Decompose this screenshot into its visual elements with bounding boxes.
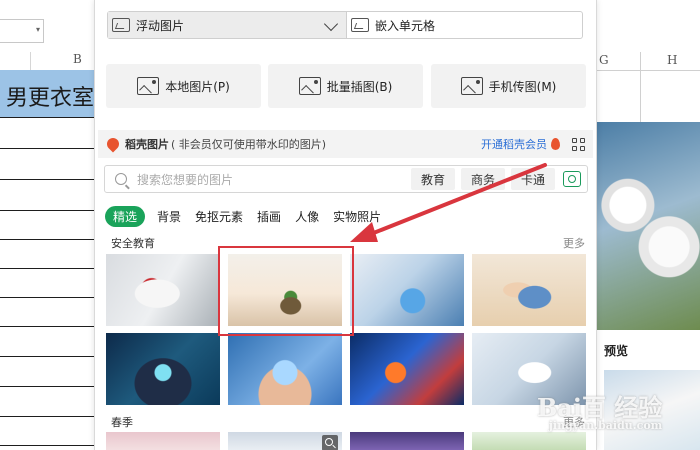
category-background[interactable]: 背景 — [157, 208, 181, 225]
category-portrait[interactable]: 人像 — [295, 208, 319, 225]
image-thumbnail[interactable] — [472, 254, 586, 326]
watermark-text: Bai百 经验 — [537, 393, 663, 422]
image-thumbnail[interactable] — [472, 432, 586, 450]
image-thumbnail[interactable] — [106, 432, 220, 450]
search-tag-business[interactable]: 商务 — [460, 168, 505, 190]
floating-image-icon — [112, 18, 130, 32]
floating-image-option[interactable]: 浮动图片 — [108, 12, 346, 38]
name-box[interactable]: ▾ — [0, 19, 44, 43]
category-tabs: 精选 背景 免抠元素 插画 人像 实物照片 — [105, 206, 395, 227]
row-divider — [0, 356, 94, 357]
more-link[interactable]: 更多 — [563, 235, 585, 251]
watermark-url: jingyan.baidu.com — [548, 419, 663, 432]
embed-in-cell-option[interactable]: 嵌入单元格 — [346, 12, 582, 38]
daoke-images-bar: 稻壳图片 ( 非会员仅可使用带水印的图片) 开通稻壳会员 — [98, 130, 593, 158]
row-divider — [0, 268, 94, 269]
image-thumbnail[interactable] — [350, 432, 464, 450]
phone-upload-button[interactable]: 手机传图(M) — [431, 64, 586, 108]
column-header-b[interactable]: B — [73, 52, 82, 70]
search-tag-education[interactable]: 教育 — [410, 168, 455, 190]
batch-insert-button[interactable]: 批量插图(B) — [268, 64, 423, 108]
category-featured[interactable]: 精选 — [105, 206, 146, 227]
embed-in-cell-label: 嵌入单元格 — [375, 18, 436, 33]
row-divider — [0, 148, 94, 149]
highlight-box — [218, 246, 354, 336]
preview-image — [597, 122, 700, 330]
row-divider — [0, 297, 94, 298]
chevron-down-icon[interactable] — [324, 20, 340, 30]
image-thumbnail[interactable] — [350, 333, 464, 405]
column-header-g[interactable]: G — [599, 53, 609, 67]
image-thumbnail[interactable] — [106, 254, 220, 326]
image-thumbnail[interactable] — [350, 254, 464, 326]
sheet-right-columns: G H — [597, 52, 700, 122]
phone-upload-icon — [460, 77, 483, 95]
row-divider — [0, 386, 94, 387]
row-divider — [0, 179, 94, 180]
insert-picture-panel: 浮动图片 嵌入单元格 本地图片(P) 批量插图(B) 手机传图(M) 稻壳图片 … — [94, 0, 597, 450]
camera-search-icon[interactable] — [563, 171, 581, 187]
category-cutout[interactable]: 免抠元素 — [195, 208, 243, 225]
baidu-watermark: Bai百 经验 jingyan.baidu.com — [537, 388, 662, 432]
zoom-icon[interactable] — [322, 435, 338, 450]
search-placeholder[interactable]: 搜索您想要的图片 — [137, 171, 233, 188]
search-tag-cartoon[interactable]: 卡通 — [510, 168, 555, 190]
batch-insert-label: 批量插图(B) — [326, 79, 393, 94]
row-divider — [0, 210, 94, 211]
phone-upload-label: 手机传图(M) — [488, 79, 557, 94]
row-divider — [0, 326, 94, 327]
row-divider — [0, 239, 94, 240]
image-thumbnail[interactable] — [228, 432, 342, 450]
column-header-h[interactable]: H — [667, 53, 677, 67]
chevron-down-icon: ▾ — [35, 25, 40, 34]
section-header: 春季 更多 — [111, 414, 585, 430]
row-divider — [0, 445, 94, 446]
daoke-subtitle: ( 非会员仅可使用带水印的图片) — [171, 138, 327, 151]
image-thumbnail[interactable] — [106, 333, 220, 405]
batch-insert-icon — [298, 77, 321, 95]
local-image-label: 本地图片(P) — [165, 79, 230, 94]
section-title: 春季 — [111, 416, 133, 429]
open-member-link[interactable]: 开通稻壳会员 — [481, 136, 547, 152]
daoke-logo-icon — [104, 135, 122, 153]
daoke-title: 稻壳图片 — [125, 138, 169, 151]
row-divider — [0, 416, 94, 417]
image-search-bar[interactable]: 搜索您想要的图片 教育 商务 卡通 — [104, 165, 588, 193]
preview-label: 预览 — [604, 344, 629, 358]
floating-image-label: 浮动图片 — [136, 18, 185, 33]
search-icon — [115, 173, 127, 185]
category-illustration[interactable]: 插画 — [257, 208, 281, 225]
image-thumbnail[interactable] — [228, 333, 342, 405]
local-image-button[interactable]: 本地图片(P) — [106, 64, 261, 108]
insert-mode-selector: 浮动图片 嵌入单元格 — [107, 11, 583, 39]
title-cell-text: 男更衣室 — [6, 86, 94, 111]
local-image-icon — [137, 77, 160, 95]
grid-view-icon[interactable] — [572, 137, 585, 151]
title-cell[interactable]: 男更衣室 — [0, 70, 94, 118]
category-photo[interactable]: 实物照片 — [333, 208, 381, 225]
flame-icon — [551, 138, 560, 150]
embed-cell-icon — [351, 18, 369, 32]
section-title: 安全教育 — [111, 237, 155, 250]
